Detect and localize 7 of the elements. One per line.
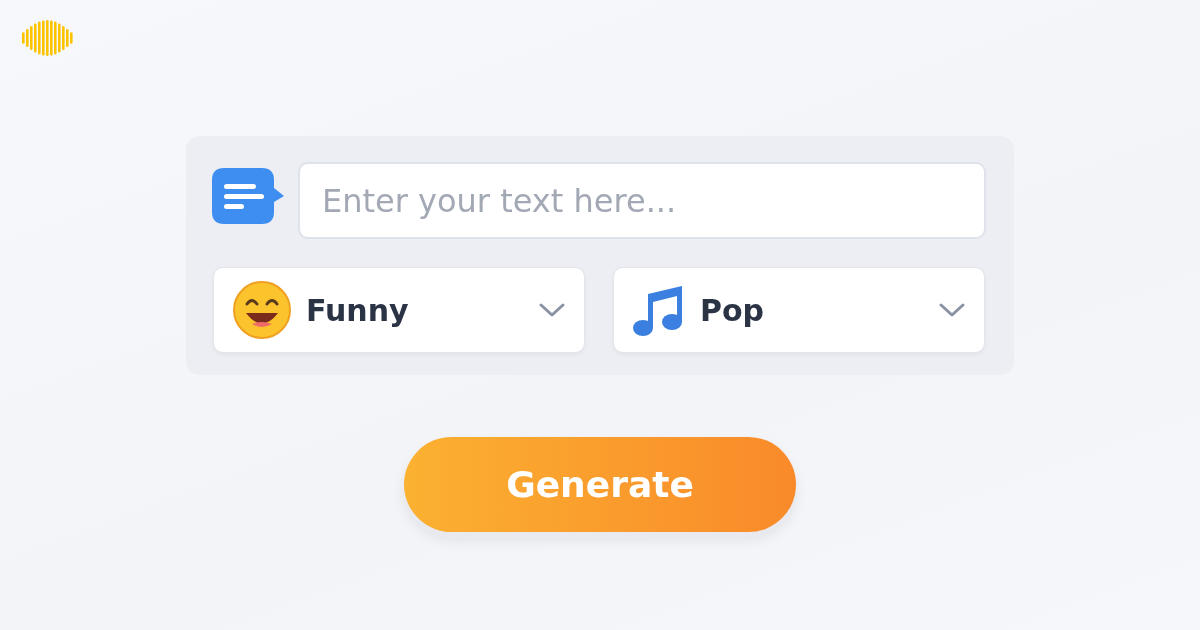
dropdown-select[interactable]: Pop xyxy=(613,267,985,353)
logo-icon xyxy=(20,20,76,56)
dropdown-select[interactable]: Funny xyxy=(213,267,585,353)
smiling-face-icon xyxy=(232,280,292,340)
text-input-field[interactable]: Enter your text here... xyxy=(298,162,986,239)
chevron-down-icon xyxy=(538,302,566,318)
chevron-down-icon xyxy=(938,302,966,318)
